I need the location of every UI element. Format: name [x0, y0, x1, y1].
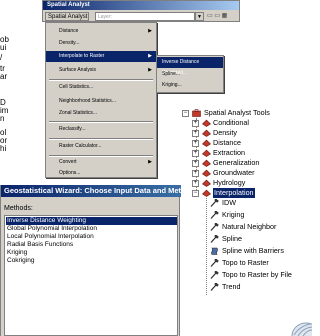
- tool-topo-to-raster-by-file[interactable]: Topo to Raster by File: [222, 270, 292, 280]
- tree-connector: [206, 198, 207, 295]
- toolset-distance[interactable]: Distance: [213, 138, 241, 148]
- toolset-density[interactable]: Density: [213, 128, 237, 138]
- hammer-icon: [210, 199, 219, 207]
- page-text-fragment: /: [0, 53, 3, 62]
- tool-trend[interactable]: Trend: [222, 282, 241, 292]
- geostatistical-wizard-dialog: Geostatistical Wizard: Choose Input Data…: [0, 185, 181, 336]
- menu-item-density[interactable]: Density...: [46, 38, 156, 49]
- toolset-icon: [202, 129, 211, 137]
- menu-separator: [49, 138, 153, 140]
- spatial-analyst-toolbox-tree: − Spatial Analyst Tools + Conditional + …: [180, 108, 312, 304]
- toolbar-icons[interactable]: ▭ ▭ ▦: [207, 12, 237, 21]
- menu-item-convert[interactable]: Convert ▶: [46, 157, 156, 168]
- menu-item-label: Surface Analysis: [59, 67, 96, 73]
- menu-item-label: Distance: [59, 28, 79, 34]
- menu-item-options[interactable]: Options...: [46, 168, 156, 179]
- toolset-icon: [202, 139, 211, 147]
- expand-icon[interactable]: +: [192, 120, 199, 127]
- layer-select[interactable]: Layer:: [95, 12, 195, 21]
- submenu-item-spline[interactable]: Spline...: [157, 69, 223, 80]
- toolset-icon: [202, 159, 211, 167]
- hammer-icon: [210, 223, 219, 231]
- spatial-analyst-menu: Distance ▶ Density... Interpolate to Rast…: [45, 22, 157, 178]
- expand-icon[interactable]: +: [192, 150, 199, 157]
- page-text-fragment: ar: [0, 72, 8, 81]
- tool-topo-to-raster[interactable]: Topo to Raster: [222, 258, 269, 268]
- hammer-icon: [210, 259, 219, 267]
- tool-spline-with-barriers[interactable]: Spline with Barriers: [222, 246, 284, 256]
- menu-item-distance[interactable]: Distance ▶: [46, 26, 156, 37]
- menu-item-zonal-statistics[interactable]: Zonal Statistics...: [46, 108, 156, 119]
- menu-separator: [49, 79, 153, 81]
- page-text-fragment: ui: [0, 43, 7, 52]
- toolset-conditional[interactable]: Conditional: [213, 118, 249, 128]
- expand-icon[interactable]: +: [192, 170, 199, 177]
- submenu-arrow-icon: ▶: [148, 28, 152, 34]
- toolbar-title[interactable]: Spatial Analyst: [43, 1, 239, 10]
- method-local-polynomial[interactable]: Local Polynomial Interpolation: [6, 233, 177, 241]
- hammer-icon: [210, 235, 219, 243]
- menu-item-reclassify[interactable]: Reclassify...: [46, 124, 156, 135]
- methods-label: Methods:: [4, 205, 33, 212]
- submenu-arrow-icon: ▶: [148, 67, 152, 73]
- hammer-icon: [210, 211, 219, 219]
- expand-icon[interactable]: +: [192, 180, 199, 187]
- interpolate-submenu: Inverse Distance Weighted... Spline... K…: [156, 55, 224, 93]
- menu-separator: [49, 121, 153, 123]
- tree-root-spatial-analyst-tools[interactable]: Spatial Analyst Tools: [204, 108, 270, 118]
- submenu-arrow-icon: ▶: [148, 159, 152, 165]
- collapse-icon[interactable]: −: [192, 190, 199, 197]
- spatial-analyst-toolbar: Spatial Analyst Spatial Analyst ▼ Layer:…: [42, 0, 240, 29]
- toolset-generalization[interactable]: Generalization: [213, 158, 259, 168]
- toolbox-icon: [192, 109, 201, 117]
- toolset-icon: [202, 169, 211, 177]
- submenu-arrow-icon: ▶: [148, 53, 152, 59]
- script-tool-icon: [211, 247, 218, 255]
- hammer-icon: [210, 271, 219, 279]
- method-kriging[interactable]: Kriging: [6, 249, 177, 257]
- menu-item-cell-statistics[interactable]: Cell Statistics...: [46, 82, 156, 93]
- menu-item-neighborhood-statistics[interactable]: Neighborhood Statistics...: [46, 96, 156, 107]
- menu-item-surface-analysis[interactable]: Surface Analysis ▶: [46, 65, 156, 76]
- tool-natural-neighbor[interactable]: Natural Neighbor: [222, 222, 276, 232]
- method-radial-basis-functions[interactable]: Radial Basis Functions: [6, 241, 177, 249]
- menu-item-raster-calculator[interactable]: Raster Calculator...: [46, 141, 156, 152]
- hammer-icon: [210, 283, 219, 291]
- tool-idw[interactable]: IDW: [222, 198, 236, 208]
- collapse-icon[interactable]: −: [182, 110, 189, 117]
- toolset-interpolation[interactable]: Interpolation: [213, 188, 255, 198]
- toolset-icon: [202, 189, 211, 197]
- menu-item-label: Interpolate to Raster: [59, 53, 105, 59]
- page-text-fragment: hi: [0, 144, 7, 153]
- expand-icon[interactable]: +: [192, 160, 199, 167]
- tool-kriging[interactable]: Kriging: [222, 210, 244, 220]
- method-global-polynomial[interactable]: Global Polynomial Interpolation: [6, 225, 177, 233]
- methods-list[interactable]: Inverse Distance Weighting Global Polyno…: [4, 215, 178, 336]
- page-text-fragment: n: [0, 114, 5, 123]
- toolset-groundwater[interactable]: Groundwater: [213, 168, 255, 178]
- toolset-extraction[interactable]: Extraction: [213, 148, 245, 158]
- tool-spline[interactable]: Spline: [222, 234, 242, 244]
- submenu-item-idw[interactable]: Inverse Distance Weighted...: [157, 57, 223, 76]
- wizard-title-bar[interactable]: Geostatistical Wizard: Choose Input Data…: [1, 185, 181, 197]
- menu-item-interpolate-to-raster[interactable]: Interpolate to Raster ▶: [46, 51, 156, 62]
- expand-icon[interactable]: +: [192, 130, 199, 137]
- spatial-analyst-menu-button[interactable]: Spatial Analyst ▼: [45, 12, 89, 29]
- method-cokriging[interactable]: Cokriging: [6, 257, 177, 265]
- toolset-icon: [202, 149, 211, 157]
- method-inverse-distance-weighting[interactable]: Inverse Distance Weighting: [6, 217, 177, 225]
- expand-icon[interactable]: +: [192, 140, 199, 147]
- toolset-icon: [202, 179, 211, 187]
- globe-icon: [291, 322, 312, 336]
- menu-item-label: Convert: [59, 159, 77, 165]
- toolset-hydrology[interactable]: Hydrology: [213, 178, 245, 188]
- submenu-item-kriging[interactable]: Kriging...: [157, 80, 223, 91]
- toolset-icon: [202, 119, 211, 127]
- layer-dropdown-arrow-icon[interactable]: ▼: [195, 12, 204, 21]
